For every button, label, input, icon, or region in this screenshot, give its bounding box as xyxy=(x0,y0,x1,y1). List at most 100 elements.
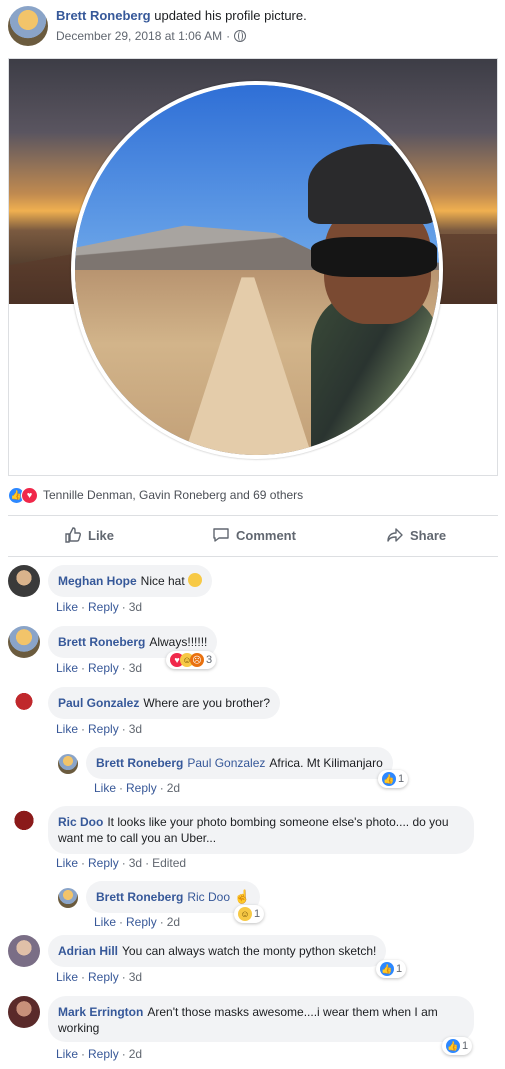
commenter-avatar[interactable] xyxy=(8,935,40,967)
commenter-avatar[interactable] xyxy=(58,754,78,774)
comment-time[interactable]: 2d xyxy=(167,915,180,929)
comment-author[interactable]: Meghan Hope xyxy=(58,574,137,588)
comment-like-link[interactable]: Like xyxy=(94,781,116,795)
comment-author[interactable]: Brett Roneberg xyxy=(96,756,183,770)
author-avatar[interactable] xyxy=(8,6,48,46)
comment-reply-link[interactable]: Reply xyxy=(88,856,119,870)
comment-like-link[interactable]: Like xyxy=(56,600,78,614)
commenter-avatar[interactable] xyxy=(8,687,40,719)
comment-meta: Like · Reply · 3d · Edited xyxy=(56,856,187,870)
comment-button[interactable]: Comment xyxy=(212,520,296,550)
post-header: Brett Roneberg updated his profile pictu… xyxy=(8,6,498,46)
comment-time[interactable]: 3d xyxy=(129,722,142,736)
reaction-count: 1 xyxy=(396,963,403,975)
post-timestamp-row: December 29, 2018 at 1:06 AM · xyxy=(56,29,307,43)
comment-reply-link[interactable]: Reply xyxy=(126,781,157,795)
comment-bubble: Mark Errington Aren't those masks awesome… xyxy=(48,996,474,1042)
comment-reply-link[interactable]: Reply xyxy=(88,661,119,675)
angry-icon: ☹ xyxy=(190,653,204,667)
profile-photo-card[interactable] xyxy=(8,58,498,476)
comment-meta: Like · Reply · 3d xyxy=(56,661,143,675)
comment-reply-link[interactable]: Reply xyxy=(88,970,119,984)
comment-like-link[interactable]: Like xyxy=(56,970,78,984)
profile-picture[interactable] xyxy=(71,81,443,459)
haha-icon: ☺ xyxy=(238,907,252,921)
post-header-text: Brett Roneberg updated his profile pictu… xyxy=(56,7,307,43)
comment-text: Nice hat xyxy=(140,574,185,588)
comment-text: Always!!!!!! xyxy=(149,635,208,649)
comment-meta: Like · Reply · 3d xyxy=(56,970,143,984)
comment-reply-link[interactable]: Reply xyxy=(88,722,119,736)
comment-icon xyxy=(213,528,229,542)
commenter-avatar[interactable] xyxy=(8,996,40,1028)
comment-text: Where are you brother? xyxy=(143,696,271,710)
photo-cap xyxy=(308,144,437,225)
like-button[interactable]: Like xyxy=(64,520,114,550)
post-timestamp[interactable]: December 29, 2018 at 1:06 AM xyxy=(56,29,222,43)
comment-reply-link[interactable]: Reply xyxy=(88,1047,119,1061)
comment-reactions-badge[interactable]: 👍 1 xyxy=(442,1037,473,1055)
like-button-label: Like xyxy=(88,527,115,543)
reaction-count: 1 xyxy=(254,908,261,920)
comment-like-link[interactable]: Like xyxy=(56,722,78,736)
globe-icon[interactable] xyxy=(234,30,247,42)
photo-person xyxy=(296,144,439,455)
share-button-label: Share xyxy=(410,527,447,543)
comment-time[interactable]: 2d xyxy=(129,1047,142,1061)
comment-text: It looks like your photo bombing someone… xyxy=(58,815,449,845)
comment-bubble: Adrian Hill You can always watch the mont… xyxy=(48,935,387,967)
comment-author[interactable]: Brett Roneberg xyxy=(58,635,145,649)
post-author[interactable]: Brett Roneberg xyxy=(56,8,151,23)
comment-reply-link[interactable]: Reply xyxy=(88,600,119,614)
reactions-summary-text[interactable]: Tennille Denman, Gavin Roneberg and 69 o… xyxy=(43,488,303,502)
share-button[interactable]: Share xyxy=(386,520,446,550)
comment-like-link[interactable]: Like xyxy=(56,856,78,870)
commenter-avatar[interactable] xyxy=(8,806,40,838)
reactions-summary[interactable]: 👍 ♥ Tennille Denman, Gavin Roneberg and … xyxy=(8,485,303,505)
share-icon xyxy=(387,528,403,542)
comment-button-label: Comment xyxy=(236,527,296,543)
comment-like-link[interactable]: Like xyxy=(56,661,78,675)
divider xyxy=(8,556,498,557)
comment-like-link[interactable]: Like xyxy=(94,915,116,929)
comment-time[interactable]: 3d xyxy=(129,661,142,675)
comment-time[interactable]: 3d xyxy=(129,600,142,614)
comment-text: You can always watch the monty python sk… xyxy=(122,944,377,958)
comment-author[interactable]: Paul Gonzalez xyxy=(58,696,139,710)
commenter-avatar[interactable] xyxy=(8,565,40,597)
comment-meta: Like · Reply · 2d xyxy=(56,1047,143,1061)
thumbs-up-emoji-icon: ☝ xyxy=(234,889,251,904)
comment-bubble: Ric Doo It looks like your photo bombing … xyxy=(48,806,474,854)
comment-author[interactable]: Brett Roneberg xyxy=(96,890,183,904)
comment-reply-link[interactable]: Reply xyxy=(126,915,157,929)
reaction-count: 3 xyxy=(206,654,213,666)
comment-meta: Like · Reply · 2d xyxy=(94,915,181,929)
like-icon: 👍 xyxy=(380,962,394,976)
comment-reactions-badge[interactable]: ☺ 1 xyxy=(234,905,265,923)
commenter-avatar[interactable] xyxy=(8,626,40,658)
commenter-avatar[interactable] xyxy=(58,888,78,908)
divider xyxy=(8,515,498,516)
reaction-count: 1 xyxy=(398,773,405,785)
comment-author[interactable]: Mark Errington xyxy=(58,1005,143,1019)
comment-time[interactable]: 2d xyxy=(167,781,180,795)
comment-like-link[interactable]: Like xyxy=(56,1047,78,1061)
comment-bubble: Meghan Hope Nice hat xyxy=(48,565,213,597)
comment-reactions-badge[interactable]: ♥ ☺ ☹ 3 xyxy=(166,651,217,669)
comment-author[interactable]: Ric Doo xyxy=(58,815,103,829)
comment-time[interactable]: 3d xyxy=(129,856,142,870)
comment-text: Africa. Mt Kilimanjaro xyxy=(269,756,383,770)
comment-mention[interactable]: Paul Gonzalez xyxy=(187,756,265,770)
reply-bubble: Brett Roneberg Paul Gonzalez Africa. Mt Ki… xyxy=(86,747,393,779)
comment-reactions-badge[interactable]: 👍 1 xyxy=(378,770,409,788)
comment-author[interactable]: Adrian Hill xyxy=(58,944,118,958)
thumbs-up-icon xyxy=(65,527,81,543)
photo-sunglasses xyxy=(311,237,437,278)
comment-edited[interactable]: Edited xyxy=(152,856,186,870)
comment-reactions-badge[interactable]: 👍 1 xyxy=(376,960,407,978)
like-icon: 👍 xyxy=(382,772,396,786)
love-icon: ♥ xyxy=(21,486,38,504)
comment-time[interactable]: 3d xyxy=(129,970,142,984)
comment-mention[interactable]: Ric Doo xyxy=(187,890,230,904)
comment-meta: Like · Reply · 3d xyxy=(56,600,143,614)
